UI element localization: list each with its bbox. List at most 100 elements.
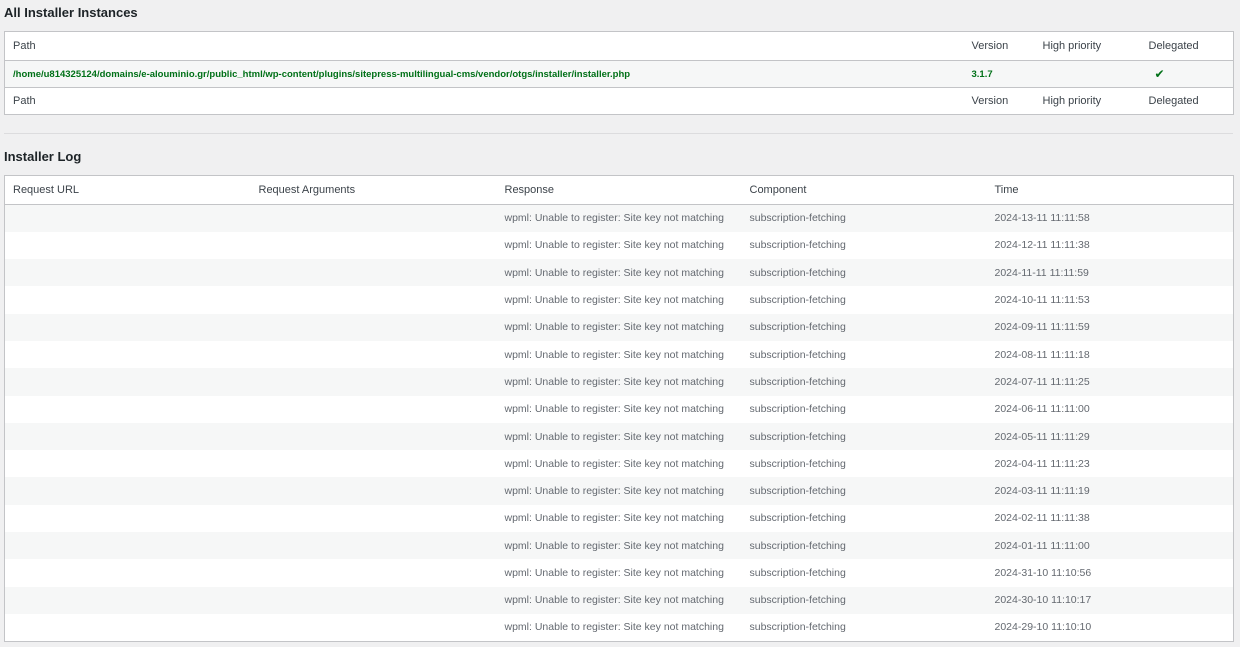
log-component: subscription-fetching bbox=[749, 430, 846, 443]
log-request-arguments bbox=[251, 450, 497, 477]
log-response: wpml: Unable to register: Site key not m… bbox=[504, 430, 724, 443]
log-request-arguments bbox=[251, 314, 497, 341]
log-request-url bbox=[5, 423, 251, 450]
log-response: wpml: Unable to register: Site key not m… bbox=[504, 539, 724, 552]
installer-instances-title: All Installer Instances bbox=[4, 5, 138, 20]
log-request-arguments bbox=[251, 368, 497, 395]
footer-column-high-priority: High priority bbox=[1042, 94, 1102, 107]
log-request-url bbox=[5, 614, 251, 641]
log-response: wpml: Unable to register: Site key not m… bbox=[504, 485, 724, 498]
log-component: subscription-fetching bbox=[749, 294, 846, 307]
instance-version: 3.1.7 bbox=[963, 60, 1035, 88]
log-response: wpml: Unable to register: Site key not m… bbox=[504, 266, 724, 279]
log-request-url bbox=[5, 559, 251, 586]
log-time: 2024-09-11 11:11:59 bbox=[994, 321, 1090, 334]
log-time: 2024-01-11 11:11:00 bbox=[994, 539, 1090, 552]
footer-column-delegated: Delegated bbox=[1148, 94, 1199, 107]
log-row: wpml: Unable to register: Site key not m… bbox=[4, 613, 1234, 642]
instance-path: /home/u814325124/domains/e-alouminio.gr/… bbox=[4, 60, 964, 88]
instances-header-row: Path Version High priority Delegated bbox=[4, 31, 1234, 62]
log-row: wpml: Unable to register: Site key not m… bbox=[4, 259, 1234, 287]
checkmark-icon: ✔ bbox=[1154, 67, 1165, 81]
log-component: subscription-fetching bbox=[749, 457, 846, 470]
instances-footer-row: Path Version High priority Delegated bbox=[5, 87, 1234, 114]
log-request-arguments bbox=[251, 259, 497, 286]
log-time: 2024-04-11 11:11:23 bbox=[994, 457, 1090, 470]
log-request-url bbox=[5, 341, 251, 368]
log-time: 2024-03-11 11:11:19 bbox=[994, 485, 1090, 498]
log-request-url bbox=[5, 587, 251, 614]
log-response: wpml: Unable to register: Site key not m… bbox=[504, 621, 724, 634]
log-time: 2024-05-11 11:11:29 bbox=[994, 430, 1090, 443]
log-request-url bbox=[5, 396, 251, 423]
log-component: subscription-fetching bbox=[749, 621, 846, 634]
log-row: wpml: Unable to register: Site key not m… bbox=[4, 559, 1234, 587]
instance-row: /home/u814325124/domains/e-alouminio.gr/… bbox=[4, 60, 1234, 88]
column-request-url: Request URL bbox=[4, 175, 251, 205]
log-request-arguments bbox=[251, 559, 497, 586]
column-delegated: Delegated bbox=[1140, 31, 1234, 62]
log-response: wpml: Unable to register: Site key not m… bbox=[504, 403, 724, 416]
log-response: wpml: Unable to register: Site key not m… bbox=[504, 375, 724, 388]
column-version: Version bbox=[963, 31, 1035, 62]
log-time: 2024-29-10 11:10:10 bbox=[994, 621, 1092, 634]
log-time: 2024-06-11 11:11:00 bbox=[994, 403, 1090, 416]
log-request-arguments bbox=[251, 232, 497, 259]
log-request-arguments bbox=[251, 532, 497, 559]
log-request-arguments bbox=[251, 423, 497, 450]
log-component: subscription-fetching bbox=[749, 403, 846, 416]
log-component: subscription-fetching bbox=[749, 266, 846, 279]
log-row: wpml: Unable to register: Site key not m… bbox=[4, 422, 1234, 451]
log-request-arguments bbox=[251, 477, 497, 504]
log-component: subscription-fetching bbox=[749, 212, 846, 225]
log-row: wpml: Unable to register: Site key not m… bbox=[4, 340, 1234, 369]
log-component: subscription-fetching bbox=[749, 594, 846, 607]
instance-high-priority bbox=[1034, 60, 1141, 88]
log-component: subscription-fetching bbox=[749, 348, 846, 361]
installer-log-title: Installer Log bbox=[4, 149, 82, 164]
log-row: wpml: Unable to register: Site key not m… bbox=[4, 586, 1234, 614]
log-request-arguments bbox=[251, 286, 497, 313]
log-request-url bbox=[5, 477, 251, 504]
log-response: wpml: Unable to register: Site key not m… bbox=[504, 294, 724, 307]
installer-log-table: Request URL Request Arguments Response C… bbox=[4, 175, 1234, 642]
footer-column-path: Path bbox=[13, 94, 36, 107]
log-request-url bbox=[5, 205, 251, 232]
log-component: subscription-fetching bbox=[749, 375, 846, 388]
column-high-priority: High priority bbox=[1034, 31, 1141, 62]
log-component: subscription-fetching bbox=[749, 485, 846, 498]
log-time: 2024-30-10 11:10:17 bbox=[994, 594, 1092, 607]
log-component: subscription-fetching bbox=[749, 539, 846, 552]
log-response: wpml: Unable to register: Site key not m… bbox=[504, 594, 724, 607]
log-time: 2024-13-11 11:11:58 bbox=[994, 212, 1090, 225]
column-path: Path bbox=[4, 31, 964, 62]
log-component: subscription-fetching bbox=[749, 321, 846, 334]
installer-instances-table: Path Version High priority Delegated /ho… bbox=[4, 31, 1234, 115]
log-request-url bbox=[5, 232, 251, 259]
column-response: Response bbox=[496, 175, 742, 205]
log-request-url bbox=[5, 450, 251, 477]
log-component: subscription-fetching bbox=[749, 567, 846, 579]
log-request-arguments bbox=[251, 341, 497, 368]
log-response: wpml: Unable to register: Site key not m… bbox=[504, 512, 724, 525]
log-response: wpml: Unable to register: Site key not m… bbox=[504, 348, 724, 361]
column-request-arguments: Request Arguments bbox=[250, 175, 497, 205]
log-request-arguments bbox=[251, 205, 497, 232]
log-response: wpml: Unable to register: Site key not m… bbox=[504, 239, 724, 252]
footer-column-version: Version bbox=[971, 94, 1009, 107]
log-response: wpml: Unable to register: Site key not m… bbox=[504, 457, 724, 470]
log-time: 2024-08-11 11:11:18 bbox=[994, 348, 1090, 361]
log-request-arguments bbox=[251, 587, 497, 614]
log-time: 2024-12-11 11:11:38 bbox=[994, 239, 1090, 252]
log-response: wpml: Unable to register: Site key not m… bbox=[504, 321, 724, 334]
log-row: wpml: Unable to register: Site key not m… bbox=[4, 313, 1234, 341]
log-row: wpml: Unable to register: Site key not m… bbox=[4, 368, 1234, 396]
log-row: wpml: Unable to register: Site key not m… bbox=[4, 231, 1234, 260]
log-row: wpml: Unable to register: Site key not m… bbox=[4, 395, 1234, 423]
log-row: wpml: Unable to register: Site key not m… bbox=[4, 532, 1234, 560]
log-row: wpml: Unable to register: Site key not m… bbox=[4, 286, 1234, 314]
log-request-url bbox=[5, 286, 251, 313]
log-response: wpml: Unable to register: Site key not m… bbox=[504, 212, 724, 225]
log-request-arguments bbox=[251, 614, 497, 641]
log-time: 2024-31-10 11:10:56 bbox=[994, 567, 1092, 579]
